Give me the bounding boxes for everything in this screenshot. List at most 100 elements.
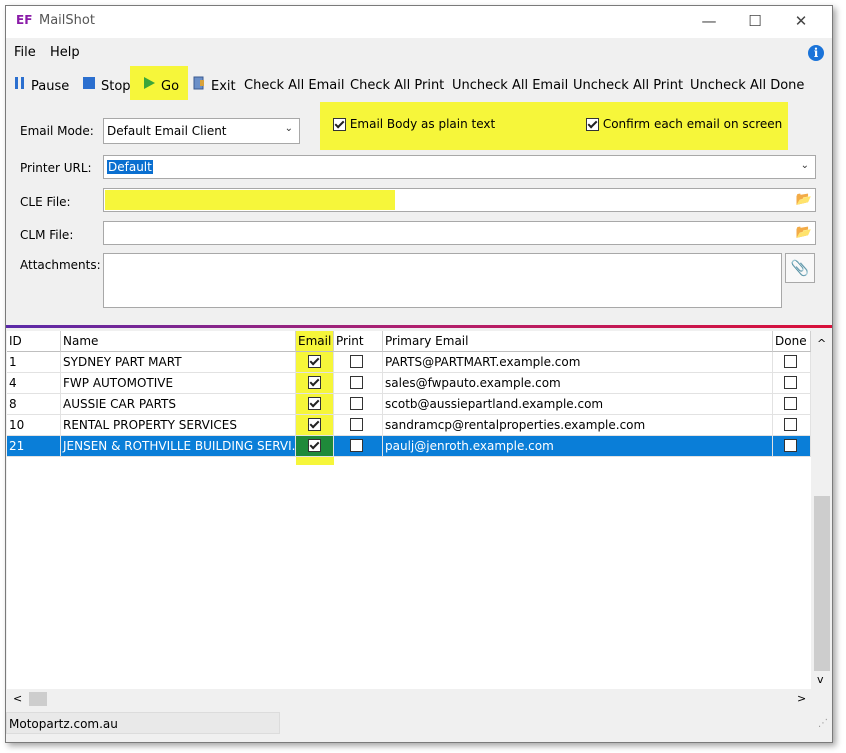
cell-email (296, 373, 334, 393)
plain-text-checkbox[interactable] (333, 118, 346, 131)
resize-grip-icon[interactable]: ⋰ (818, 718, 828, 729)
info-icon[interactable]: i (808, 45, 824, 61)
toolbar: Pause Stop Go Exit Check All Email Check… (6, 66, 832, 100)
email-checkbox[interactable] (308, 439, 321, 452)
email-checkbox[interactable] (308, 355, 321, 368)
cell-id: 4 (7, 373, 61, 393)
print-checkbox[interactable] (350, 355, 363, 368)
column-header-print[interactable]: Print (334, 331, 383, 352)
table-row[interactable]: 4 FWP AUTOMOTIVE sales@fwpauto.example.com (7, 373, 811, 394)
column-header-name[interactable]: Name (61, 331, 296, 352)
printer-url-select[interactable]: Default ⌄ (103, 155, 816, 179)
hscroll-thumb[interactable] (29, 692, 47, 706)
confirm-label: Confirm each email on screen (602, 117, 783, 131)
exit-button[interactable]: Exit (192, 76, 236, 96)
cle-file-input[interactable]: 📂 (103, 188, 816, 212)
check-all-email-button[interactable]: Check All Email (244, 76, 344, 96)
pause-label: Pause (31, 79, 70, 94)
scroll-up-icon[interactable]: ^ (817, 337, 826, 350)
mailshot-window: EF MailShot — ☐ ✕ File Help i Pause Stop… (5, 5, 833, 743)
cell-print (334, 373, 383, 393)
maximize-button[interactable]: ☐ (732, 6, 778, 38)
attachments-box[interactable] (103, 253, 782, 308)
email-checkbox[interactable] (308, 418, 321, 431)
printer-url-value: Default (107, 160, 153, 174)
done-checkbox[interactable] (784, 397, 797, 410)
play-icon (142, 76, 156, 97)
vertical-scrollbar[interactable]: ^ v (812, 331, 832, 689)
print-checkbox[interactable] (350, 397, 363, 410)
chevron-down-icon: ⌄ (800, 160, 809, 171)
cell-name: FWP AUTOMOTIVE (61, 373, 296, 393)
cell-name: RENTAL PROPERTY SERVICES (61, 415, 296, 435)
menu-file[interactable]: File (14, 45, 36, 60)
table-row[interactable]: 1 SYDNEY PART MART PARTS@PARTMART.example.… (7, 352, 811, 373)
plain-text-label: Email Body as plain text (349, 117, 496, 131)
plain-text-option[interactable]: Email Body as plain text (333, 117, 495, 131)
confirm-checkbox[interactable] (586, 118, 599, 131)
scroll-right-icon[interactable]: > (797, 692, 806, 705)
stop-icon (82, 76, 96, 97)
stop-button[interactable]: Stop (82, 76, 131, 96)
pause-button[interactable]: Pause (14, 76, 69, 96)
cle-file-label: CLE File: (20, 195, 71, 209)
go-button[interactable]: Go (142, 76, 179, 96)
folder-open-icon[interactable]: 📂 (793, 222, 815, 244)
cell-email (296, 394, 334, 414)
email-mode-select[interactable]: Default Email Client ⌄ (103, 118, 300, 144)
minimize-button[interactable]: — (686, 6, 732, 38)
exit-door-icon (192, 76, 206, 97)
status-bar: Motopartz.com.au ⋰ (6, 712, 832, 736)
window-title: MailShot (39, 13, 95, 28)
uncheck-all-done-button[interactable]: Uncheck All Done (690, 76, 804, 96)
done-checkbox[interactable] (784, 376, 797, 389)
table-row[interactable]: 8 AUSSIE CAR PARTS scotb@aussiepartland.ex… (7, 394, 811, 415)
cell-done (773, 373, 811, 393)
table-row[interactable]: 21 JENSEN & ROTHVILLE BUILDING SERVI... pa… (7, 436, 811, 457)
table-row[interactable]: 10 RENTAL PROPERTY SERVICES sandramcp@rent… (7, 415, 811, 436)
uncheck-all-email-button[interactable]: Uncheck All Email (452, 76, 568, 96)
email-checkbox[interactable] (308, 376, 321, 389)
cell-primary-email: sandramcp@rentalproperties.example.com (383, 415, 773, 435)
column-header-done[interactable]: Done (773, 331, 811, 352)
cell-id: 21 (7, 436, 61, 456)
email-checkbox[interactable] (308, 397, 321, 410)
title-bar: EF MailShot — ☐ ✕ (6, 6, 832, 38)
cell-name: SYDNEY PART MART (61, 352, 296, 372)
menu-help[interactable]: Help (50, 45, 80, 60)
column-header-email[interactable]: Email (296, 331, 334, 352)
cell-done (773, 394, 811, 414)
scroll-thumb[interactable] (814, 496, 830, 671)
settings-form: Email Mode: Default Email Client ⌄ Email… (6, 102, 832, 320)
done-checkbox[interactable] (784, 439, 797, 452)
print-checkbox[interactable] (350, 418, 363, 431)
print-checkbox[interactable] (350, 439, 363, 452)
paperclip-button[interactable]: 📎 (785, 253, 815, 283)
cell-primary-email: PARTS@PARTMART.example.com (383, 352, 773, 372)
menu-bar: File Help i (6, 41, 832, 65)
confirm-option[interactable]: Confirm each email on screen (586, 117, 782, 131)
scroll-left-icon[interactable]: < (13, 692, 22, 705)
cell-primary-email: paulj@jenroth.example.com (383, 436, 773, 456)
cell-id: 10 (7, 415, 61, 435)
attachments-label: Attachments: (20, 258, 101, 272)
folder-open-icon[interactable]: 📂 (793, 189, 815, 211)
check-all-print-button[interactable]: Check All Print (350, 76, 444, 96)
cell-done (773, 415, 811, 435)
uncheck-all-print-button[interactable]: Uncheck All Print (573, 76, 683, 96)
close-button[interactable]: ✕ (778, 6, 824, 38)
cell-print (334, 394, 383, 414)
horizontal-scrollbar[interactable]: < > (7, 689, 812, 709)
go-label: Go (161, 79, 180, 94)
column-header-id[interactable]: ID (7, 331, 61, 352)
email-mode-label: Email Mode: (20, 124, 94, 138)
done-checkbox[interactable] (784, 355, 797, 368)
done-checkbox[interactable] (784, 418, 797, 431)
clm-file-input[interactable]: 📂 (103, 221, 816, 245)
scroll-down-icon[interactable]: v (817, 673, 824, 686)
paperclip-icon: 📎 (790, 259, 810, 277)
column-header-primary-email[interactable]: Primary Email (383, 331, 773, 352)
cell-primary-email: scotb@aussiepartland.example.com (383, 394, 773, 414)
print-checkbox[interactable] (350, 376, 363, 389)
gradient-separator (6, 325, 832, 328)
